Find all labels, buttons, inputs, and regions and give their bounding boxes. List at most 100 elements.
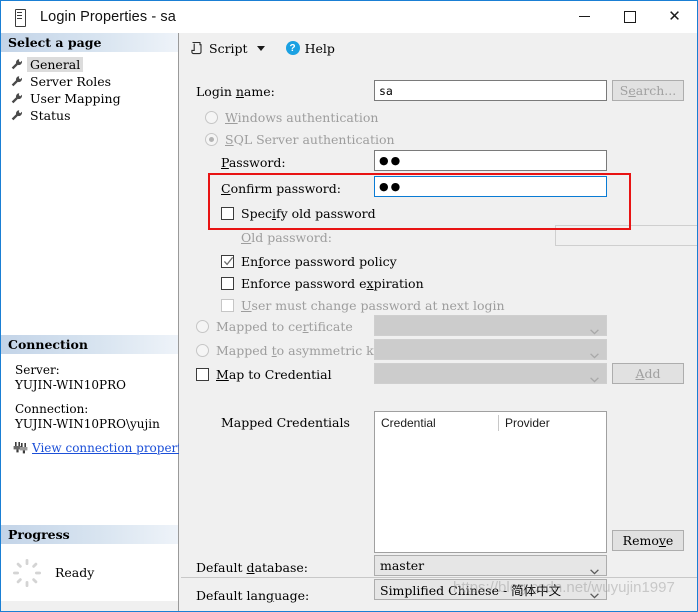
loading-spinner-icon xyxy=(11,557,43,589)
progress-status: Ready xyxy=(55,565,95,580)
password-input[interactable]: ●● xyxy=(374,150,607,171)
confirm-password-label: Confirm password: xyxy=(221,180,341,196)
wrench-icon xyxy=(10,75,23,88)
sidebar-item-label: General xyxy=(27,56,84,72)
chevron-down-icon xyxy=(590,347,599,359)
default-language-label: Default language: xyxy=(196,587,310,603)
login-name-value: sa xyxy=(379,83,393,98)
toolbar: Script ? Help xyxy=(179,33,697,63)
credentials-table-header: Credential Provider xyxy=(375,412,606,433)
confirm-password-input[interactable]: ●● xyxy=(374,176,607,197)
specify-old-password-row[interactable]: Specify old password xyxy=(221,202,376,224)
enforce-password-policy-label: Enforce password policy xyxy=(241,253,397,269)
mapped-credentials-label: Mapped Credentials xyxy=(221,414,350,430)
help-label: Help xyxy=(304,40,335,56)
old-password-label: Old password: xyxy=(241,229,332,245)
maximize-button[interactable] xyxy=(607,1,652,32)
title-bar[interactable]: Login Properties - sa ✕ xyxy=(1,1,697,33)
credential-column-header: Credential xyxy=(381,415,436,430)
sidebar-item-label: User Mapping xyxy=(30,90,121,106)
password-value: ●● xyxy=(379,154,403,167)
dialog-footer: OK Cancel xyxy=(179,608,697,611)
default-language-select[interactable]: Simplified Chinese - 简体中文 xyxy=(374,579,607,600)
default-database-label: Default database: xyxy=(196,559,308,575)
must-change-password-row: User must change password at next login xyxy=(221,294,505,316)
specify-old-password-checkbox[interactable] xyxy=(221,206,234,220)
chevron-down-icon xyxy=(590,563,599,575)
wrench-icon xyxy=(10,92,23,105)
confirm-password-value: ●● xyxy=(379,180,403,193)
default-database-value: master xyxy=(380,558,425,573)
window-controls: ✕ xyxy=(562,1,697,32)
login-name-label-row: Login name: xyxy=(196,80,275,102)
enforce-password-expiration-checkbox[interactable] xyxy=(221,276,234,290)
view-connection-properties-link[interactable]: View connection properti xyxy=(32,441,186,456)
page-list: General Server Roles User Mapping Status xyxy=(1,52,178,123)
connection-label: Connection: xyxy=(15,402,89,416)
chevron-down-icon[interactable] xyxy=(256,45,265,51)
script-button[interactable]: Script xyxy=(190,41,248,56)
help-button[interactable]: ? Help xyxy=(265,41,335,56)
enforce-password-expiration-label: Enforce password expiration xyxy=(241,275,424,291)
mapped-asymmetric-radio xyxy=(196,343,209,357)
enforce-password-policy-row[interactable]: Enforce password policy xyxy=(221,250,397,272)
remove-credential-button[interactable]: Remo v e xyxy=(612,530,684,551)
sidebar-filler xyxy=(1,601,178,611)
sidebar: Select a page General Server Roles User … xyxy=(1,33,186,611)
chevron-down-icon xyxy=(590,587,599,599)
sidebar-item-server-roles[interactable]: Server Roles xyxy=(1,73,178,89)
map-to-credential-select xyxy=(374,363,607,384)
default-database-select[interactable]: master xyxy=(374,555,607,576)
add-credential-button: Add xyxy=(612,363,684,384)
map-to-credential-row[interactable]: Map to Credential xyxy=(196,363,332,385)
question-mark-icon: ? xyxy=(285,41,300,55)
sidebar-item-general[interactable]: General xyxy=(1,56,178,72)
dialog-body: Select a page General Server Roles User … xyxy=(1,33,697,611)
search-button[interactable]: Se arch... xyxy=(612,80,684,101)
mapped-credentials-list[interactable]: Credential Provider xyxy=(374,411,607,553)
wrench-icon xyxy=(10,58,23,71)
content-pane: Script ? Help Login name: sa Search... xyxy=(179,33,697,611)
sql-auth-row[interactable]: SQL Server authentication xyxy=(205,128,395,150)
default-database-label-row: Default database: xyxy=(196,556,308,578)
windows-auth-row[interactable]: Windows authentication xyxy=(205,106,378,128)
view-connection-properties-row[interactable]: View connection properti xyxy=(13,441,186,456)
windows-auth-radio[interactable] xyxy=(205,110,218,124)
map-to-credential-checkbox[interactable] xyxy=(196,367,209,381)
close-button[interactable]: ✕ xyxy=(652,1,697,32)
password-label-row: Password: xyxy=(221,151,286,173)
sql-auth-radio[interactable] xyxy=(205,132,218,146)
plug-icon xyxy=(13,442,28,455)
server-value: YUJIN-WIN10PRO xyxy=(15,378,126,392)
connection-value: YUJIN-WIN10PRO\yujin xyxy=(15,417,160,431)
script-icon xyxy=(190,41,204,55)
sidebar-item-label: Server Roles xyxy=(30,73,112,89)
chevron-down-icon xyxy=(590,323,599,335)
provider-column-header: Provider xyxy=(498,414,606,431)
sidebar-item-user-mapping[interactable]: User Mapping xyxy=(1,90,178,106)
password-label: Password: xyxy=(221,154,286,170)
enforce-password-expiration-row[interactable]: Enforce password expiration xyxy=(221,272,424,294)
mapped-asymmetric-row: Mapped to asymmetric key xyxy=(196,339,388,361)
login-name-input[interactable]: sa xyxy=(374,80,607,101)
default-language-value: Simplified Chinese - 简体中文 xyxy=(380,583,562,598)
footer-separator xyxy=(181,577,697,578)
chevron-down-icon xyxy=(590,371,599,383)
maximize-icon xyxy=(623,10,636,23)
old-password-label-row: Old password: xyxy=(241,226,332,248)
wrench-icon xyxy=(10,109,23,122)
enforce-password-policy-checkbox[interactable] xyxy=(221,254,234,268)
progress-header: Progress xyxy=(1,525,178,544)
login-name-label: Login name: xyxy=(196,83,275,99)
specify-old-password-label: Specify old password xyxy=(241,205,376,221)
login-properties-dialog: Login Properties - sa ✕ Select a page Ge… xyxy=(0,0,698,612)
mapped-certificate-select xyxy=(374,315,607,336)
progress-info: Ready xyxy=(1,544,178,601)
connection-info: Server: YUJIN-WIN10PRO Connection: YUJIN… xyxy=(1,354,186,456)
minimize-button[interactable] xyxy=(562,1,607,32)
sidebar-item-status[interactable]: Status xyxy=(1,107,178,123)
map-to-credential-label: Map to Credential xyxy=(216,366,332,382)
confirm-password-label-row: Confirm password: xyxy=(221,177,341,199)
mapped-asymmetric-select xyxy=(374,339,607,360)
mapped-certificate-label: Mapped to certificate xyxy=(216,318,353,334)
